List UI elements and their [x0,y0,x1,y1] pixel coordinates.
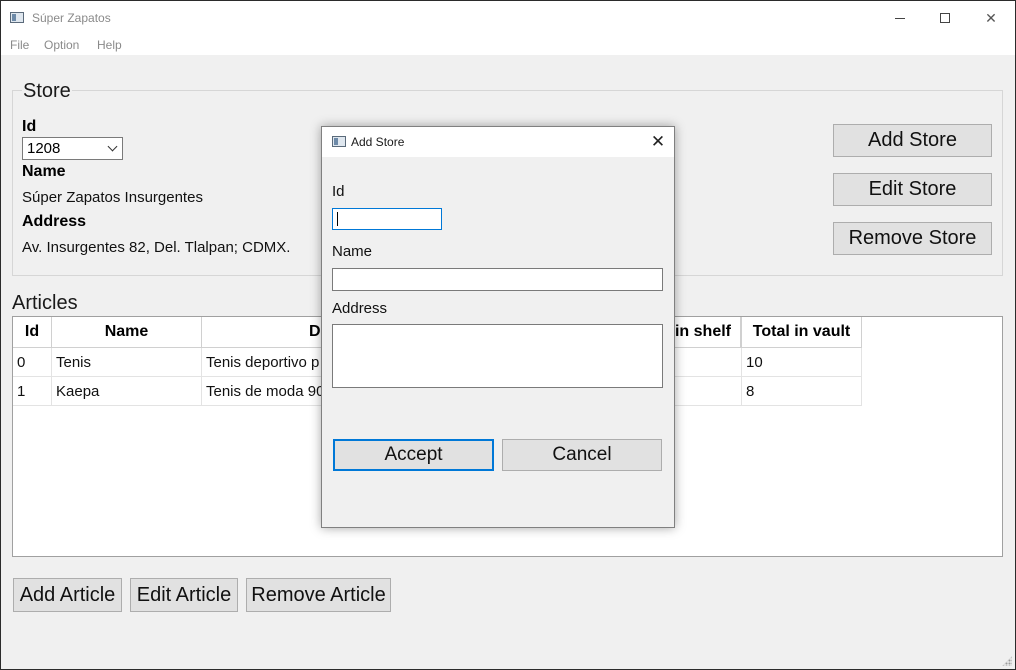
size-grip-icon[interactable] [1002,656,1012,666]
dialog-name-label: Name [332,243,373,260]
accept-button[interactable]: Accept [333,439,494,471]
add-store-button[interactable]: Add Store [833,124,992,157]
app-icon [10,12,24,23]
dialog-id-label: Id [332,183,345,200]
chevron-down-icon [107,141,118,152]
app-icon [332,136,346,147]
close-button[interactable]: ✕ [968,1,1014,35]
store-id-label: Id [22,118,37,135]
table-cell-name[interactable]: Kaepa [52,377,202,406]
maximize-button[interactable] [922,1,968,35]
column-header-total-in-vault[interactable]: Total in vault [742,317,862,348]
store-id-value: 1208 [27,140,61,157]
table-cell-total-in-vault[interactable]: 8 [742,377,862,406]
menu-bar: File Option Help [1,35,1015,55]
table-cell-name[interactable]: Tenis [52,348,202,377]
column-header-name[interactable]: Name [52,317,202,348]
dialog-name-input[interactable] [332,268,663,291]
articles-title: Articles [12,292,78,314]
close-icon: ✕ [985,9,997,26]
menu-file[interactable]: File [10,38,29,52]
maximize-icon [940,13,950,23]
dialog-address-label: Address [332,300,388,317]
table-cell-total-in-vault[interactable]: 10 [742,348,862,377]
title-bar[interactable]: Súper Zapatos ✕ [1,1,1015,35]
dialog-title-bar[interactable]: Add Store ✕ [322,127,674,157]
dialog-address-textarea[interactable] [332,324,663,388]
edit-article-button[interactable]: Edit Article [130,578,238,612]
table-cell-id[interactable]: 0 [13,348,52,377]
cancel-button[interactable]: Cancel [502,439,662,471]
store-name-label: Name [22,163,66,180]
store-address-value: Av. Insurgentes 82, Del. Tlalpan; CDMX. [22,239,291,256]
dialog-title: Add Store [351,135,405,149]
edit-store-button[interactable]: Edit Store [833,173,992,206]
store-address-label: Address [22,213,87,230]
remove-article-button[interactable]: Remove Article [246,578,391,612]
minimize-button[interactable] [877,1,923,35]
text-caret [337,212,338,226]
store-id-combobox[interactable]: 1208 [22,137,123,160]
add-store-dialog: Add Store ✕ Id Name Address Accept Cance… [321,126,675,528]
column-header-id[interactable]: Id [13,317,52,348]
dialog-close-button[interactable]: ✕ [642,127,674,157]
close-icon: ✕ [650,132,666,151]
window-title: Súper Zapatos [32,11,111,25]
main-window: Súper Zapatos ✕ File Option Help Store I… [0,0,1016,670]
table-cell-id[interactable]: 1 [13,377,52,406]
store-group-title: Store [22,80,72,103]
menu-help[interactable]: Help [97,38,122,52]
minimize-icon [895,17,905,19]
remove-store-button[interactable]: Remove Store [833,222,992,255]
store-name-value: Súper Zapatos Insurgentes [22,189,203,206]
menu-option[interactable]: Option [44,38,79,52]
dialog-id-input[interactable] [332,208,442,230]
add-article-button[interactable]: Add Article [13,578,122,612]
